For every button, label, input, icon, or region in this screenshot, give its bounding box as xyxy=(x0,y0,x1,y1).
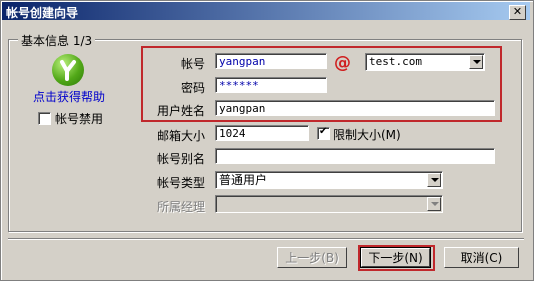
footer-divider xyxy=(8,238,524,240)
disable-account-label: 帐号禁用 xyxy=(55,112,104,126)
disable-account-checkbox[interactable] xyxy=(38,112,51,125)
limit-size-label: 限制大小(M) xyxy=(333,128,401,142)
chevron-down-icon xyxy=(427,197,441,211)
cancel-button[interactable]: 取消(C) xyxy=(444,247,519,268)
manager-label: 所属经理 xyxy=(156,200,205,214)
manager-select xyxy=(215,195,443,213)
account-type-label: 帐号类型 xyxy=(156,176,205,190)
alias-input[interactable] xyxy=(215,148,495,164)
account-input[interactable]: yangpan xyxy=(215,53,327,69)
chevron-down-icon[interactable] xyxy=(469,55,483,69)
password-input[interactable]: ****** xyxy=(215,77,327,93)
title-bar: 帐号创建向导 ✕ xyxy=(2,2,530,20)
limit-size-checkbox[interactable] xyxy=(317,126,330,140)
password-label: 密码 xyxy=(180,81,205,95)
window-title: 帐号创建向导 xyxy=(6,6,79,20)
username-input[interactable]: yangpan xyxy=(215,100,495,116)
account-label: 帐号 xyxy=(180,57,205,71)
close-button[interactable]: ✕ xyxy=(509,5,526,20)
group-title: 基本信息 1/3 xyxy=(18,32,96,49)
account-type-value: 普通用户 xyxy=(219,173,268,187)
mailbox-size-label: 邮箱大小 xyxy=(156,129,205,143)
prev-button: 上一步(B) xyxy=(277,247,347,268)
account-type-select[interactable]: 普通用户 xyxy=(215,171,443,189)
at-symbol: @ xyxy=(334,53,351,73)
next-button[interactable]: 下一步(N) xyxy=(360,247,431,268)
username-label: 用户姓名 xyxy=(156,104,205,118)
help-logo-icon[interactable] xyxy=(52,54,84,86)
domain-value: test.com xyxy=(369,55,422,68)
chevron-down-icon[interactable] xyxy=(427,173,441,187)
alias-label: 帐号别名 xyxy=(156,152,205,166)
domain-select[interactable]: test.com xyxy=(365,53,485,71)
mailbox-size-input[interactable]: 1024 xyxy=(215,125,309,141)
help-link[interactable]: 点击获得帮助 xyxy=(33,88,105,105)
